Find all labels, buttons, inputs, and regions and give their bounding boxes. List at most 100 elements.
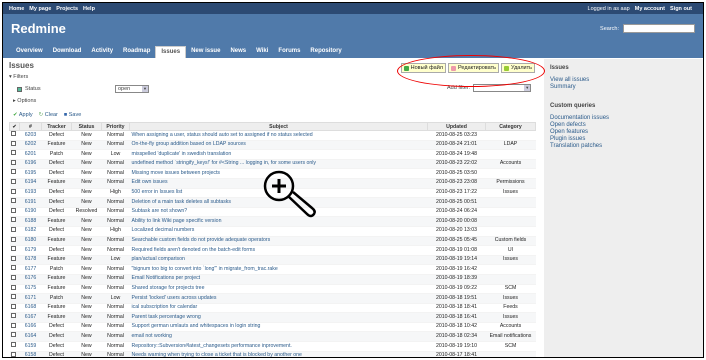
table-row[interactable]: 6191 Defect New Normal Deletion of a main ta…	[9, 197, 536, 208]
issue-subject[interactable]: Ability to link Wiki page specific versi…	[129, 216, 428, 227]
sign-out-link[interactable]: Sign out	[670, 6, 692, 12]
issue-subject[interactable]: Deletion of a main task deletes all subt…	[129, 197, 428, 208]
issue-subject[interactable]: Email Notifications per project	[129, 274, 428, 285]
issue-id[interactable]: 6175	[19, 284, 42, 295]
tab-issues[interactable]: Issues	[155, 46, 187, 58]
row-checkbox[interactable]	[10, 140, 16, 146]
table-row[interactable]: 6195 Defect New Normal Missing move issues b…	[9, 168, 536, 179]
issue-id[interactable]: 6182	[19, 226, 42, 237]
table-row[interactable]: 6176 Feature New Normal Email Notifications …	[9, 274, 536, 285]
column-status[interactable]: Status	[71, 122, 102, 131]
row-checkbox[interactable]	[10, 169, 16, 175]
issue-subject[interactable]: Persist 'locked' users across updates	[129, 293, 428, 304]
row-checkbox[interactable]	[10, 351, 16, 357]
issue-id[interactable]: 6196	[19, 159, 42, 170]
tab-download[interactable]: Download	[48, 46, 87, 58]
table-row[interactable]: 6188 Feature New Normal Ability to link Wiki…	[9, 216, 536, 227]
table-row[interactable]: 6190 Defect Resolved Normal Subtask are not …	[9, 207, 536, 218]
tab-forums[interactable]: Forums	[273, 46, 305, 58]
custom-query-link[interactable]: Plugin issues	[550, 136, 698, 143]
top-menu-link[interactable]: Home	[9, 6, 24, 12]
row-checkbox[interactable]	[10, 226, 16, 232]
column-category[interactable]: Category	[485, 122, 536, 131]
top-menu-link[interactable]: Help	[83, 6, 95, 12]
table-row[interactable]: 6178 Feature New Low plan/actual comparison 2…	[9, 255, 536, 266]
table-row[interactable]: 6203 Defect New Normal When assigning a user…	[9, 130, 536, 141]
save-button[interactable]: ■ Save	[64, 112, 81, 118]
issue-id[interactable]: 6188	[19, 216, 42, 227]
issue-id[interactable]: 6191	[19, 197, 42, 208]
issue-subject[interactable]: Support german umlauts and whitespaces i…	[129, 322, 428, 333]
issue-subject[interactable]: When assigning a user, status should aut…	[129, 130, 428, 141]
issue-subject[interactable]: Parent task percentage wrong	[129, 312, 428, 323]
issue-subject[interactable]: 500 error in Issues list	[129, 188, 428, 199]
apply-button[interactable]: ✔ Apply	[13, 112, 33, 118]
issue-id[interactable]: 6176	[19, 274, 42, 285]
table-row[interactable]: 6167 Feature New Normal Parent task percenta…	[9, 312, 536, 323]
table-row[interactable]: 6164 Defect New Normal email not working 2010…	[9, 331, 536, 343]
issue-subject[interactable]: Localized decimal numbers	[129, 226, 428, 237]
select-all-checkbox[interactable]: ✔	[9, 122, 20, 131]
row-checkbox[interactable]	[10, 342, 16, 348]
new-file-button[interactable]: Новый файл	[400, 63, 446, 73]
tab-repository[interactable]: Repository	[305, 46, 346, 58]
table-row[interactable]: 6158 Defect New Normal Needs warning when tr…	[9, 351, 536, 357]
row-checkbox[interactable]	[10, 332, 16, 338]
issue-subject[interactable]: On-the-fly group addition based on LDAP …	[129, 140, 428, 151]
issue-subject[interactable]: Shared storage for projects tree	[129, 284, 428, 295]
clear-button[interactable]: ↻ Clear	[39, 112, 58, 118]
row-checkbox[interactable]	[10, 131, 16, 136]
issue-id[interactable]: 6179	[19, 245, 42, 256]
tab-overview[interactable]: Overview	[11, 46, 48, 58]
issue-subject[interactable]: plan/actual comparison	[129, 255, 428, 266]
issue-subject[interactable]: Edit own issues	[129, 178, 428, 189]
issue-subject[interactable]: Repository::Subversion#latest_changesets…	[129, 341, 428, 352]
status-filter-checkbox[interactable]	[17, 86, 22, 92]
row-checkbox[interactable]	[10, 246, 16, 252]
row-checkbox[interactable]	[10, 322, 16, 328]
issue-subject[interactable]: undefined method `stringify_keys!' for #…	[129, 159, 428, 170]
issue-id[interactable]: 6190	[19, 207, 42, 218]
issue-subject[interactable]: Missing move issues between projects	[129, 168, 428, 179]
options-toggle[interactable]: ▸ Options	[13, 98, 539, 104]
issue-subject[interactable]: Subtask are not shown?	[129, 207, 428, 218]
issue-id[interactable]: 6171	[19, 293, 42, 304]
table-row[interactable]: 6193 Defect New High 500 error in Issues lis…	[9, 188, 536, 199]
tab-news[interactable]: News	[225, 46, 251, 58]
row-checkbox[interactable]	[10, 150, 16, 156]
row-checkbox[interactable]	[10, 236, 16, 242]
custom-query-link[interactable]: Documentation issues	[550, 115, 698, 122]
issue-id[interactable]: 6158	[19, 351, 42, 357]
row-checkbox[interactable]	[10, 207, 16, 213]
add-filter-select[interactable]: ▼	[473, 84, 532, 92]
table-row[interactable]: 6159 Defect New Normal Repository::Subversio…	[9, 341, 536, 352]
my-account-link[interactable]: My account	[635, 6, 665, 12]
issue-id[interactable]: 6178	[19, 255, 42, 266]
table-row[interactable]: 6180 Feature New Normal Searchable custom fi…	[9, 236, 536, 247]
column-priority[interactable]: Priority	[101, 122, 130, 131]
row-checkbox[interactable]	[10, 313, 16, 319]
issue-id[interactable]: 6202	[19, 140, 42, 151]
issue-subject[interactable]: ical subscription for calendar	[129, 303, 428, 314]
column-updated[interactable]: Updated	[427, 122, 486, 131]
issue-id[interactable]: 6159	[19, 341, 42, 352]
issue-subject[interactable]: Required fields aren't denoted on the ba…	[129, 245, 428, 256]
row-checkbox[interactable]	[10, 274, 16, 280]
tab-activity[interactable]: Activity	[86, 46, 118, 58]
top-menu-link[interactable]: My page	[29, 6, 51, 12]
custom-query-link[interactable]: Open features	[550, 129, 698, 136]
issue-id[interactable]: 6167	[19, 312, 42, 323]
issue-id[interactable]: 6180	[19, 236, 42, 247]
column-tracker[interactable]: Tracker	[41, 122, 72, 131]
tab-wiki[interactable]: Wiki	[251, 46, 273, 58]
table-row[interactable]: 6196 Defect New Normal undefined method `str…	[9, 159, 536, 170]
issue-id[interactable]: 6194	[19, 178, 42, 189]
issue-subject[interactable]: Needs warning when trying to close a tic…	[129, 351, 428, 357]
issue-subject[interactable]: misspelled 'duplicate' in swedish transl…	[129, 149, 428, 160]
custom-query-link[interactable]: Translation patches	[550, 143, 698, 150]
row-checkbox[interactable]	[10, 198, 16, 204]
row-checkbox[interactable]	[10, 265, 16, 271]
issue-id[interactable]: 6164	[19, 331, 42, 343]
table-row[interactable]: 6182 Defect New High Localized decimal numbe…	[9, 226, 536, 237]
table-row[interactable]: 6166 Defect New Normal Support german umlaut…	[9, 322, 536, 333]
